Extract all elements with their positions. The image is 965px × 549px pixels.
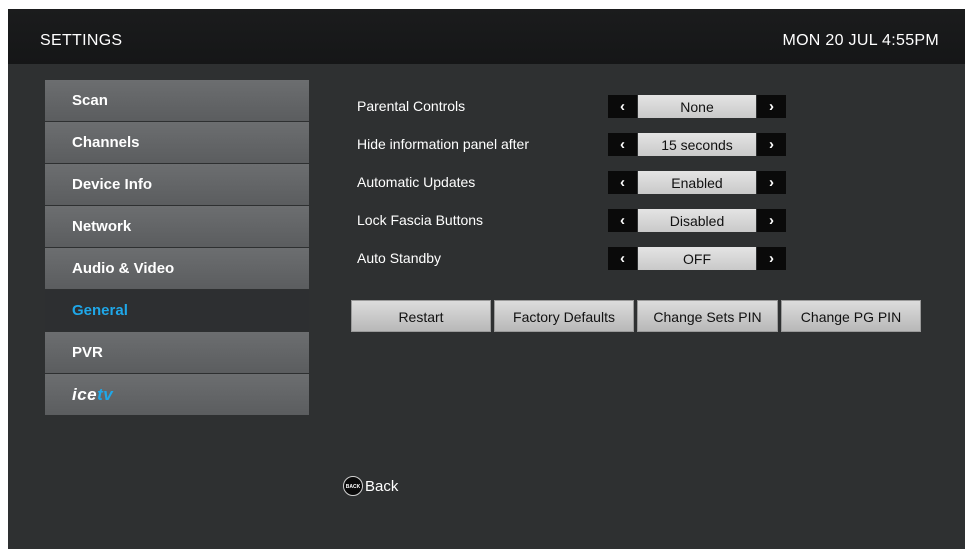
icetv-logo: icetv xyxy=(72,385,113,404)
sidebar-item-label: Network xyxy=(72,218,132,235)
chevron-left-icon[interactable]: ‹ xyxy=(608,171,637,194)
setting-row-automatic-updates: Automatic Updates ‹ Enabled › xyxy=(357,169,797,207)
sidebar-item-channels[interactable]: Channels xyxy=(45,122,309,163)
setting-label: Lock Fascia Buttons xyxy=(357,212,484,228)
setting-label: Parental Controls xyxy=(357,98,466,114)
chevron-left-icon[interactable]: ‹ xyxy=(608,133,637,156)
chevron-right-icon[interactable]: › xyxy=(757,171,786,194)
icetv-logo-tv: tv xyxy=(97,385,114,404)
header-bar: SETTINGS MON 20 JUL 4:55PM xyxy=(8,9,965,64)
setting-value[interactable]: Disabled xyxy=(638,209,756,232)
chevron-left-icon[interactable]: ‹ xyxy=(608,95,637,118)
chevron-right-icon[interactable]: › xyxy=(757,133,786,156)
sidebar-item-pvr[interactable]: PVR xyxy=(45,332,309,373)
change-pg-pin-button[interactable]: Change PG PIN xyxy=(781,300,921,332)
page-title: SETTINGS xyxy=(40,32,123,49)
restart-button[interactable]: Restart xyxy=(351,300,491,332)
chevron-right-icon[interactable]: › xyxy=(757,209,786,232)
action-buttons: Restart Factory Defaults Change Sets PIN… xyxy=(351,300,921,332)
sidebar-item-label: PVR xyxy=(72,344,103,361)
sidebar-item-general[interactable]: General xyxy=(45,290,309,331)
setting-value[interactable]: OFF xyxy=(638,247,756,270)
sidebar-item-label: Scan xyxy=(72,92,108,109)
sidebar-item-scan[interactable]: Scan xyxy=(45,80,309,121)
setting-value[interactable]: None xyxy=(638,95,756,118)
back-label: Back xyxy=(365,477,399,495)
setting-label: Hide information panel after xyxy=(357,136,529,152)
back-hint[interactable]: BACK Back xyxy=(343,476,398,496)
date-time: MON 20 JUL 4:55PM xyxy=(782,32,939,49)
settings-panel: Parental Controls ‹ None › Hide informat… xyxy=(357,93,797,283)
chevron-right-icon[interactable]: › xyxy=(757,95,786,118)
chevron-left-icon[interactable]: ‹ xyxy=(608,247,637,270)
factory-defaults-button[interactable]: Factory Defaults xyxy=(494,300,634,332)
sidebar-item-icetv[interactable]: icetv xyxy=(45,374,309,415)
setting-label: Automatic Updates xyxy=(357,174,476,190)
setting-label: Auto Standby xyxy=(357,250,442,266)
setting-value[interactable]: 15 seconds xyxy=(638,133,756,156)
sidebar-item-label: Channels xyxy=(72,134,140,151)
sidebar-item-label: Audio & Video xyxy=(72,260,175,277)
setting-row-auto-standby: Auto Standby ‹ OFF › xyxy=(357,245,797,283)
sidebar-item-label: General xyxy=(72,302,128,319)
setting-row-hide-info-panel: Hide information panel after ‹ 15 second… xyxy=(357,131,797,169)
back-remote-icon: BACK xyxy=(343,476,363,496)
sidebar-item-label: Device Info xyxy=(72,176,153,193)
icetv-logo-ice: ice xyxy=(72,385,98,404)
change-sets-pin-button[interactable]: Change Sets PIN xyxy=(637,300,778,332)
sidebar-item-network[interactable]: Network xyxy=(45,206,309,247)
settings-screen: SETTINGS MON 20 JUL 4:55PM Scan Channels… xyxy=(8,9,965,549)
setting-row-parental-controls: Parental Controls ‹ None › xyxy=(357,93,797,131)
sidebar-item-audio-video[interactable]: Audio & Video xyxy=(45,248,309,289)
chevron-left-icon[interactable]: ‹ xyxy=(608,209,637,232)
chevron-right-icon[interactable]: › xyxy=(757,247,786,270)
sidebar-menu: Scan Channels Device Info Network Audio … xyxy=(45,80,309,416)
setting-row-lock-fascia-buttons: Lock Fascia Buttons ‹ Disabled › xyxy=(357,207,797,245)
setting-value[interactable]: Enabled xyxy=(638,171,756,194)
sidebar-item-device-info[interactable]: Device Info xyxy=(45,164,309,205)
